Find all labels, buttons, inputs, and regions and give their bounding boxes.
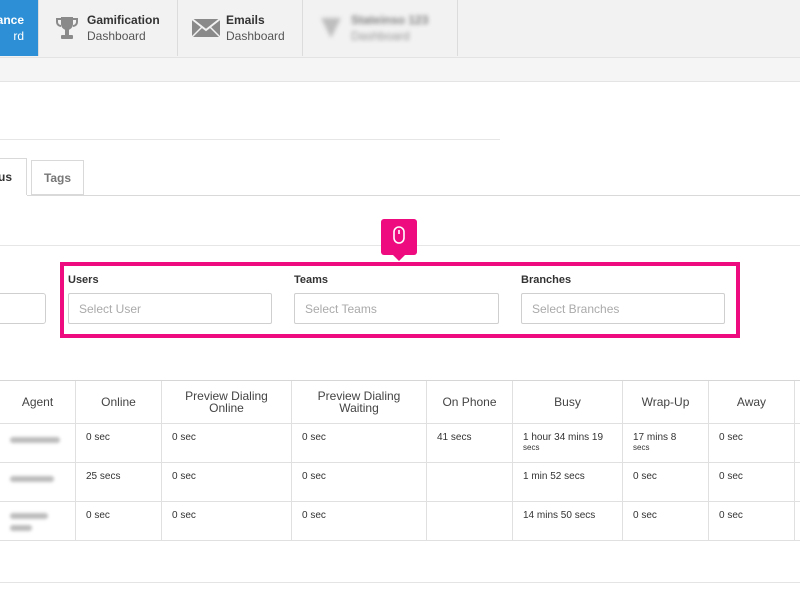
branches-label: Branches <box>521 274 572 286</box>
preview-waiting-cell: 0 sec <box>292 424 427 462</box>
away-cell: 0 sec <box>709 502 795 540</box>
mouse-icon <box>393 225 405 249</box>
preview-online-cell: 0 sec <box>162 502 292 540</box>
on-phone-cell <box>427 502 513 540</box>
toolbar-band <box>0 58 800 82</box>
top-navigation: ance rd Gamification Dashboard <box>0 0 800 58</box>
teams-select[interactable]: Select Teams <box>294 293 499 324</box>
tab-label: Gamification <box>87 13 160 27</box>
header-on-phone[interactable]: On Phone <box>427 381 513 423</box>
preview-online-cell: 0 sec <box>162 463 292 501</box>
users-label: Users <box>68 274 99 286</box>
header-overflow <box>795 381 800 423</box>
divider <box>0 139 500 140</box>
header-busy[interactable]: Busy <box>513 381 623 423</box>
busy-cell: 1 hour 34 mins 19 secs <box>513 424 623 462</box>
away-cell: 0 sec <box>709 463 795 501</box>
header-agent[interactable]: Agent <box>0 381 76 423</box>
online-cell: 25 secs <box>76 463 162 501</box>
table-row[interactable]: 0 sec 0 sec 0 sec 41 secs 1 hour 34 mins… <box>0 424 800 463</box>
busy-cell: 14 mins 50 secs <box>513 502 623 540</box>
tab-tags[interactable]: Tags <box>31 160 84 195</box>
teams-label: Teams <box>294 274 329 286</box>
mouse-callout <box>381 219 417 261</box>
header-preview-dialing-online[interactable]: Preview Dialing Online <box>162 381 292 423</box>
envelope-icon <box>186 17 226 39</box>
on-phone-cell: 41 secs <box>427 424 513 462</box>
busy-cell: 1 min 52 secs <box>513 463 623 501</box>
wrap-up-cell: 0 sec <box>623 463 709 501</box>
tab-sublabel: rd <box>13 29 24 43</box>
branches-select[interactable]: Select Branches <box>521 293 725 324</box>
table-row[interactable]: 0 sec 0 sec 0 sec 14 mins 50 secs 0 sec … <box>0 502 800 541</box>
preview-online-cell: 0 sec <box>162 424 292 462</box>
tab-sublabel: Dashboard <box>351 29 410 43</box>
tab-performance-dashboard[interactable]: ance rd <box>0 0 39 56</box>
wrap-up-cell: 17 mins 8 secs <box>623 424 709 462</box>
blurred-icon <box>311 15 351 41</box>
online-cell: 0 sec <box>76 502 162 540</box>
header-online[interactable]: Online <box>76 381 162 423</box>
wrap-up-cell: 0 sec <box>623 502 709 540</box>
table-header-row: Agent Online Preview Dialing Online Previ… <box>0 381 800 424</box>
tab-emails-dashboard[interactable]: Emails Dashboard <box>178 0 303 56</box>
table-row[interactable]: 25 secs 0 sec 0 sec 1 min 52 secs 0 sec … <box>0 463 800 502</box>
tabs-underline <box>27 195 800 196</box>
preview-waiting-cell: 0 sec <box>292 463 427 501</box>
agent-name-cell <box>0 502 76 540</box>
tab-label: ance <box>0 13 24 27</box>
tab-sublabel: Dashboard <box>87 29 146 43</box>
header-away[interactable]: Away <box>709 381 795 423</box>
trophy-icon <box>47 14 87 42</box>
date-input[interactable] <box>0 293 46 324</box>
users-select[interactable]: Select User <box>68 293 272 324</box>
header-wrap-up[interactable]: Wrap-Up <box>623 381 709 423</box>
agent-name-cell <box>0 463 76 501</box>
agent-status-table: Agent Online Preview Dialing Online Previ… <box>0 380 800 541</box>
tab-blurred-dashboard[interactable]: Stateinso 123 Dashboard <box>303 0 458 56</box>
tab-sublabel: Dashboard <box>226 29 285 43</box>
tab-gamification-dashboard[interactable]: Gamification Dashboard <box>39 0 178 56</box>
online-cell: 0 sec <box>76 424 162 462</box>
tab-label: Stateinso 123 <box>351 13 429 27</box>
preview-waiting-cell: 0 sec <box>292 502 427 540</box>
header-preview-dialing-waiting[interactable]: Preview Dialing Waiting <box>292 381 427 423</box>
on-phone-cell <box>427 463 513 501</box>
tab-label: Emails <box>226 13 265 27</box>
agent-name-cell <box>0 424 76 462</box>
tab-status[interactable]: us <box>0 158 27 195</box>
away-cell: 0 sec <box>709 424 795 462</box>
divider <box>0 582 800 583</box>
